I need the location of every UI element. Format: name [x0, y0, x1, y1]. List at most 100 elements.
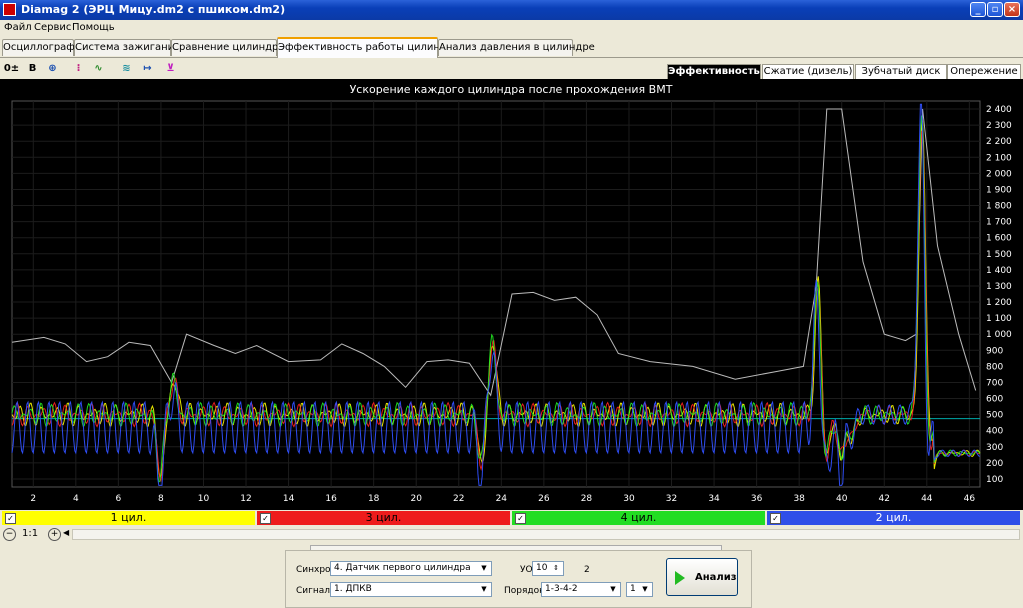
tab-compression-diesel[interactable]: Сжатие (дизель) [762, 64, 854, 80]
y-tick-label: 300 [986, 443, 1003, 453]
order-select[interactable]: 1-3-4-2 ▼ [541, 582, 621, 597]
x-tick-label: 10 [198, 494, 210, 504]
y-tick-label: 1 000 [986, 330, 1012, 340]
horizontal-scrollbar[interactable] [72, 529, 1020, 540]
x-tick-label: 8 [158, 494, 164, 504]
x-tick-label: 46 [964, 494, 976, 504]
tab-oscilloscope[interactable]: Осциллограф [2, 39, 75, 56]
y-tick-label: 1 200 [986, 298, 1012, 308]
x-tick-label: 26 [538, 494, 550, 504]
y-tick-label: 700 [986, 378, 1003, 388]
tab-cylinder-efficiency[interactable]: Эффективность работы цилиндров [277, 37, 465, 58]
x-tick-label: 32 [666, 494, 677, 504]
y-tick-label: 2 100 [986, 153, 1012, 163]
y-tick-label: 1 800 [986, 202, 1012, 212]
rpm-icon[interactable]: ⊕ [44, 60, 61, 77]
legend-cyl1[interactable]: ✓ 1 цил. [2, 511, 255, 525]
y-tick-label: 600 [986, 395, 1003, 405]
sync-select[interactable]: 4. Датчик первого цилиндра ▼ [330, 561, 492, 576]
y-tick-label: 500 [986, 411, 1003, 421]
scale-icon[interactable]: ⁝ [70, 60, 87, 77]
zero-adjust-icon[interactable]: 0± [3, 60, 20, 77]
y-tick-label: 1 400 [986, 266, 1012, 276]
order-chevron-down-icon[interactable]: ▼ [607, 584, 619, 595]
tab-pressure-analysis[interactable]: Анализ давления в цилиндре [438, 39, 595, 56]
tab-advance[interactable]: Опережение [947, 64, 1021, 80]
zoom-scroll-row: − 1:1 + ◀ [0, 527, 1023, 551]
y-tick-label: 100 [986, 475, 1003, 485]
maximize-button[interactable]: ▫ [987, 2, 1003, 17]
y-tick-label: 900 [986, 346, 1003, 356]
uoz-extra: 2 [584, 565, 590, 575]
signal-label: Сигнал: [296, 586, 334, 596]
series-line-2 [11, 129, 981, 483]
wave-icon[interactable]: ∿ [90, 60, 107, 77]
tab-ignition[interactable]: Система зажигания [74, 39, 180, 56]
legend-cyl2[interactable]: ✓ 2 цил. [767, 511, 1020, 525]
legend-cyl3-checkbox[interactable]: ✓ [260, 513, 271, 524]
legend-cyl1-label: 1 цил. [110, 511, 147, 524]
x-tick-label: 30 [623, 494, 635, 504]
bold-b-icon[interactable]: B [24, 60, 41, 77]
tab-strip: Осциллограф Система зажигания Сравнение … [0, 37, 1023, 58]
legend-cyl1-checkbox[interactable]: ✓ [5, 513, 16, 524]
tab-tooth-disk[interactable]: Зубчатый диск [855, 64, 947, 80]
menu-file[interactable]: Файл [4, 22, 32, 33]
sync-chevron-down-icon[interactable]: ▼ [478, 563, 490, 574]
zoom-in-icon[interactable]: + [48, 528, 61, 541]
y-tick-label: 2 400 [986, 105, 1012, 115]
y-tick-label: 1 500 [986, 250, 1012, 260]
sync-value: 4. Датчик первого цилиндра [334, 563, 471, 573]
order-value: 1-3-4-2 [545, 584, 578, 594]
uoz-value: 10 [536, 563, 548, 573]
y-tick-label: 1 600 [986, 234, 1012, 244]
title-bar: Diamag 2 (ЭРЦ Мицу.dm2 с пшиком.dm2) _ ▫… [0, 0, 1023, 20]
y-tick-label: 1 900 [986, 185, 1012, 195]
x-tick-label: 36 [751, 494, 763, 504]
x-tick-label: 42 [879, 494, 890, 504]
tab-efficiency[interactable]: Эффективность [667, 64, 761, 80]
uoz-stepper[interactable]: 10 ⇕ [532, 561, 564, 576]
close-button[interactable]: × [1004, 2, 1020, 17]
window-title: Diamag 2 (ЭРЦ Мицу.dm2 с пшиком.dm2) [21, 3, 286, 16]
x-tick-label: 28 [581, 494, 593, 504]
order-extra-select[interactable]: 1 ▼ [626, 582, 653, 597]
menu-service[interactable]: Сервис [34, 22, 71, 33]
stack-icon[interactable]: ≋ [118, 60, 135, 77]
x-tick-label: 12 [240, 494, 251, 504]
y-tick-label: 2 200 [986, 137, 1012, 147]
uoz-spin-icon[interactable]: ⇕ [550, 563, 562, 574]
filter-icon[interactable]: ⊻ [162, 60, 179, 77]
analyze-button[interactable]: Анализ [666, 558, 738, 596]
y-tick-label: 2 300 [986, 121, 1012, 131]
y-tick-label: 1 700 [986, 218, 1012, 228]
legend-cyl2-checkbox[interactable]: ✓ [770, 513, 781, 524]
menu-help[interactable]: Помощь [72, 22, 115, 33]
zoom-level: 1:1 [22, 528, 39, 539]
y-tick-label: 1 300 [986, 282, 1012, 292]
chart-area: Ускорение каждого цилиндра после прохожд… [0, 79, 1023, 510]
play-icon [675, 571, 685, 585]
minimize-button[interactable]: _ [970, 2, 986, 17]
legend-cyl3[interactable]: ✓ 3 цил. [257, 511, 510, 525]
order-extra-value: 1 [630, 584, 636, 594]
y-tick-label: 800 [986, 362, 1003, 372]
chart-title: Ускорение каждого цилиндра после прохожд… [350, 83, 673, 96]
x-tick-label: 14 [283, 494, 295, 504]
signal-select[interactable]: 1. ДПКВ ▼ [330, 582, 492, 597]
tab-cylinder-compare[interactable]: Сравнение цилиндров [171, 39, 290, 56]
signal-chevron-down-icon[interactable]: ▼ [478, 584, 490, 595]
zoom-out-icon[interactable]: − [3, 528, 16, 541]
x-tick-label: 22 [453, 494, 464, 504]
order-extra-chevron-down-icon[interactable]: ▼ [639, 584, 651, 595]
scroll-left-icon[interactable]: ◀ [63, 528, 69, 537]
legend-cyl4-checkbox[interactable]: ✓ [515, 513, 526, 524]
legend-cyl2-label: 2 цил. [875, 511, 912, 524]
x-tick-label: 18 [368, 494, 380, 504]
arrow-right-icon[interactable]: ↦ [139, 60, 156, 77]
analysis-controls: Синхро: 4. Датчик первого цилиндра ▼ Сиг… [285, 550, 752, 608]
legend-cyl3-label: 3 цил. [365, 511, 402, 524]
legend-cyl4[interactable]: ✓ 4 цил. [512, 511, 765, 525]
y-tick-label: 2 000 [986, 169, 1012, 179]
signal-value: 1. ДПКВ [334, 584, 372, 594]
